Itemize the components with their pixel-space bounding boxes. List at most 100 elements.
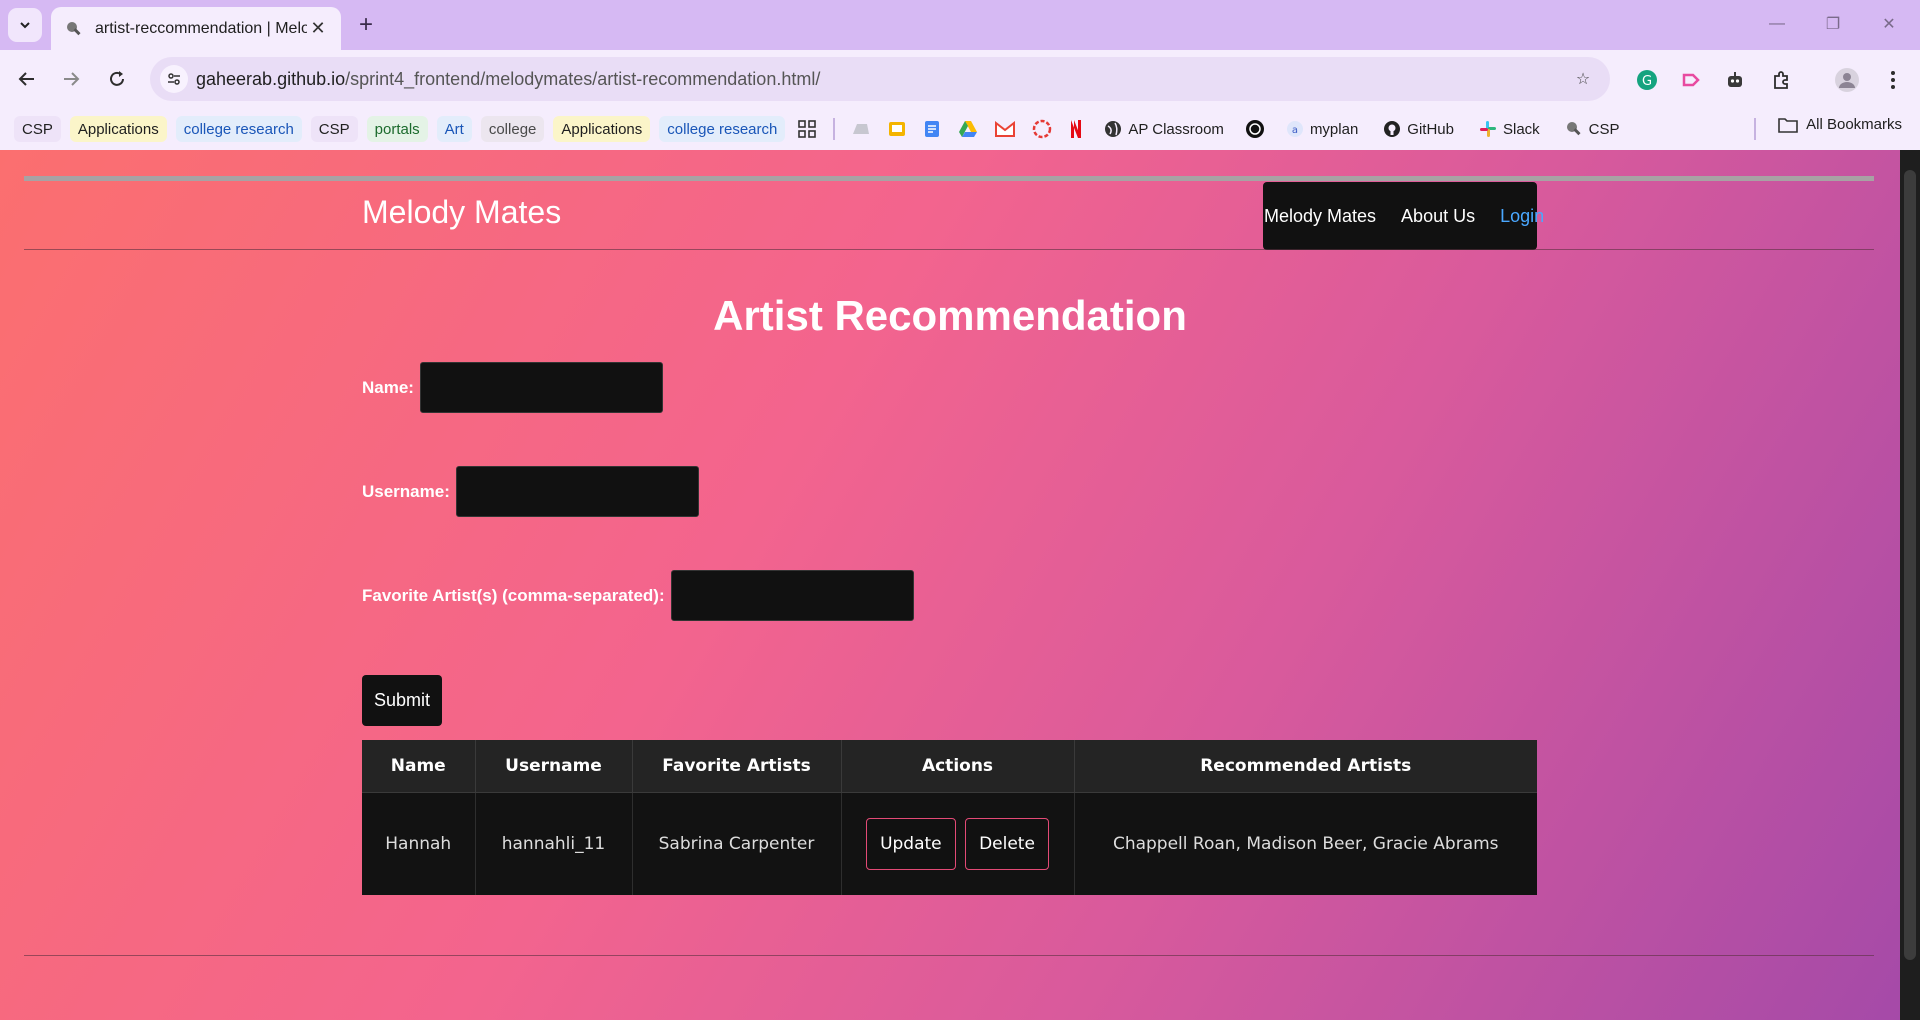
- delete-button[interactable]: Delete: [965, 817, 1049, 870]
- netflix-icon[interactable]: [1065, 116, 1087, 142]
- more-menu-icon[interactable]: [1880, 67, 1906, 93]
- recommendation-table: Name Username Favorite Artists Actions R…: [362, 740, 1537, 895]
- scrollbar-thumb[interactable]: [1904, 170, 1916, 960]
- username-row: Username:: [362, 466, 699, 517]
- profile-avatar-icon[interactable]: [1834, 67, 1860, 93]
- bookmark-myplan[interactable]: a myplan: [1278, 116, 1366, 142]
- cell-actions: Update Delete: [841, 792, 1075, 895]
- reload-button[interactable]: [102, 64, 132, 94]
- forward-button[interactable]: [56, 64, 86, 94]
- drive-file-icon[interactable]: [847, 116, 875, 142]
- bookmark-folder[interactable]: portals: [366, 116, 428, 142]
- name-label: Name:: [362, 377, 414, 397]
- bookmark-separator: [833, 118, 836, 140]
- active-tab[interactable]: artist-reccommendation | Melo ✕: [51, 7, 341, 50]
- nav-melody-mates[interactable]: Melody Mates: [1264, 206, 1376, 227]
- username-label: Username:: [362, 481, 450, 501]
- extensions-puzzle-icon[interactable]: [1768, 67, 1794, 93]
- forward-arrow-icon: [64, 72, 80, 86]
- tab-search-button[interactable]: [8, 8, 42, 42]
- submit-button[interactable]: Submit: [362, 675, 442, 726]
- cast-circle-icon[interactable]: [1028, 116, 1056, 142]
- table-row: Hannah hannahli_11 Sabrina Carpenter Upd…: [362, 792, 1537, 895]
- globe-icon: [1104, 120, 1122, 138]
- url-text: gaheerab.github.io/sprint4_frontend/melo…: [196, 68, 821, 89]
- nav-login[interactable]: Login: [1500, 206, 1544, 227]
- google-drive-icon[interactable]: [954, 116, 982, 142]
- header-recommended-artists: Recommended Artists: [1074, 740, 1537, 793]
- robot-extension-icon[interactable]: [1722, 67, 1748, 93]
- header-actions: Actions: [841, 740, 1075, 793]
- folder-icon: [1778, 117, 1798, 133]
- page-title: Artist Recommendation: [713, 292, 1187, 339]
- svg-text:a: a: [1292, 125, 1298, 136]
- username-input[interactable]: [455, 466, 699, 517]
- main-nav: Melody Mates About Us Login: [1263, 182, 1544, 250]
- myplan-icon: a: [1286, 120, 1304, 138]
- tab-favicon-icon: [65, 20, 83, 38]
- tab-title: artist-reccommendation | Melo: [95, 19, 307, 37]
- bookmark-folder[interactable]: CSP: [14, 116, 61, 142]
- openai-icon[interactable]: [1241, 116, 1269, 142]
- magnifier-favicon-icon: [1565, 120, 1583, 138]
- nav-about-us[interactable]: About Us: [1401, 206, 1475, 227]
- favorite-artists-label: Favorite Artist(s) (comma-separated):: [362, 585, 665, 605]
- header-username: Username: [475, 740, 633, 793]
- bookmark-folder[interactable]: college research: [659, 116, 786, 142]
- browser-toolbar: gaheerab.github.io/sprint4_frontend/melo…: [0, 50, 1920, 108]
- google-docs-icon[interactable]: [919, 116, 945, 142]
- apps-grid-icon[interactable]: [794, 116, 820, 142]
- new-tab-button[interactable]: +: [352, 11, 380, 39]
- close-tab-icon[interactable]: ✕: [307, 18, 329, 40]
- close-window-icon[interactable]: ✕: [1875, 12, 1903, 36]
- restore-icon[interactable]: ❐: [1819, 12, 1847, 36]
- artists-row: Favorite Artist(s) (comma-separated):: [362, 570, 914, 621]
- back-arrow-icon: [18, 72, 34, 86]
- slack-icon: [1479, 120, 1497, 138]
- svg-text:G: G: [1642, 74, 1652, 89]
- name-input[interactable]: [419, 362, 663, 413]
- bookmark-folder[interactable]: college: [480, 116, 545, 142]
- tab-strip: artist-reccommendation | Melo ✕ + — ❐ ✕: [0, 0, 1920, 50]
- screen-recorder-icon[interactable]: [1678, 67, 1704, 93]
- back-button[interactable]: [12, 64, 42, 94]
- top-divider: [24, 176, 1874, 181]
- github-icon: [1383, 120, 1401, 138]
- grammarly-icon[interactable]: G: [1634, 67, 1660, 93]
- cell-favorite-artists: Sabrina Carpenter: [632, 792, 842, 895]
- page-viewport: Melody Mates Melody Mates About Us Login…: [0, 150, 1900, 1020]
- minimize-icon[interactable]: —: [1763, 12, 1791, 36]
- bookmark-folder[interactable]: Art: [436, 116, 472, 142]
- reload-icon: [110, 71, 124, 86]
- bookmark-star-icon[interactable]: ☆: [1572, 68, 1594, 90]
- address-bar[interactable]: gaheerab.github.io/sprint4_frontend/melo…: [150, 57, 1610, 101]
- site-brand[interactable]: Melody Mates: [362, 194, 561, 231]
- bookmark-separator: [1754, 118, 1756, 140]
- all-bookmarks-button[interactable]: All Bookmarks: [1778, 116, 1902, 133]
- bookmark-folder[interactable]: Applications: [69, 116, 167, 142]
- header-favorite-artists: Favorite Artists: [632, 740, 842, 793]
- bookmark-folder[interactable]: college research: [175, 116, 302, 142]
- gmail-icon[interactable]: [991, 116, 1019, 142]
- google-slides-icon[interactable]: [884, 116, 910, 142]
- cell-username: hannahli_11: [475, 792, 633, 895]
- bookmark-folder[interactable]: Applications: [553, 116, 651, 142]
- page-scrollbar[interactable]: [1900, 150, 1920, 1020]
- bookmark-github[interactable]: GitHub: [1375, 116, 1462, 142]
- table-header-row: Name Username Favorite Artists Actions R…: [362, 740, 1537, 793]
- header-divider: [24, 249, 1874, 250]
- bookmark-csp[interactable]: CSP: [1557, 116, 1628, 142]
- bookmarks-bar: CSP Applications college research CSP po…: [0, 108, 1920, 150]
- footer-divider: [24, 955, 1874, 956]
- bookmark-ap-classroom[interactable]: AP Classroom: [1096, 116, 1232, 142]
- cell-name: Hannah: [362, 792, 476, 895]
- header-name: Name: [362, 740, 476, 793]
- bookmark-slack[interactable]: Slack: [1471, 116, 1548, 142]
- bookmark-folder[interactable]: CSP: [310, 116, 358, 142]
- chevron-down-icon: [20, 22, 30, 29]
- favorite-artists-input[interactable]: [670, 570, 914, 621]
- cell-recommended-artists: Chappell Roan, Madison Beer, Gracie Abra…: [1112, 833, 1499, 854]
- site-info-icon[interactable]: [160, 65, 188, 93]
- update-button[interactable]: Update: [866, 817, 956, 870]
- name-row: Name:: [362, 362, 663, 413]
